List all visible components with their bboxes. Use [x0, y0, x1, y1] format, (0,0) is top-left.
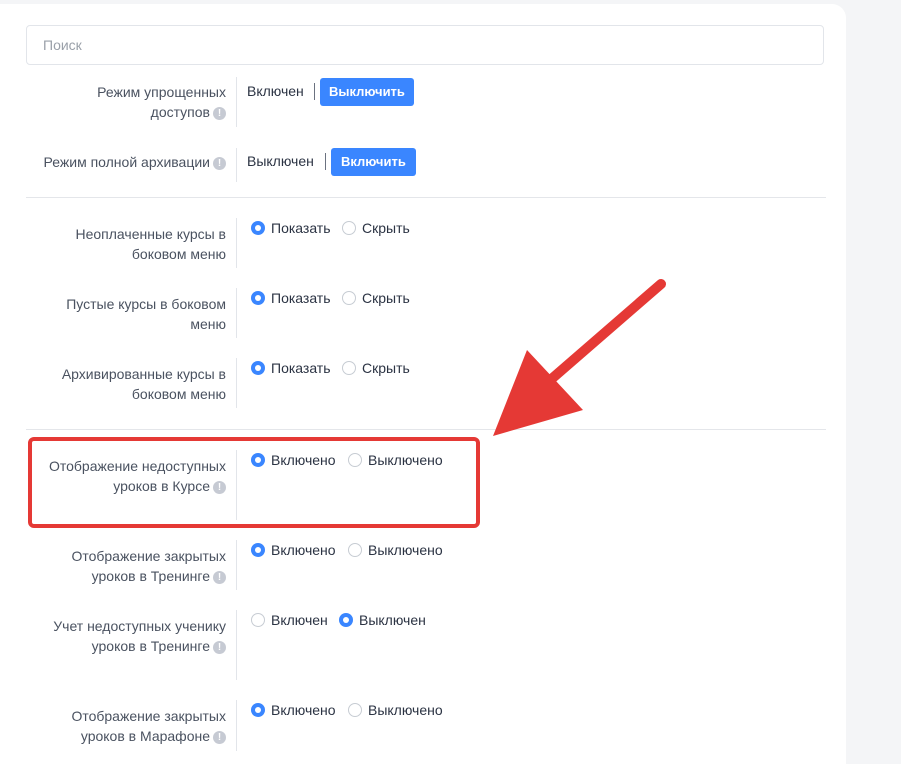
- annotation-arrow-icon: [493, 279, 666, 436]
